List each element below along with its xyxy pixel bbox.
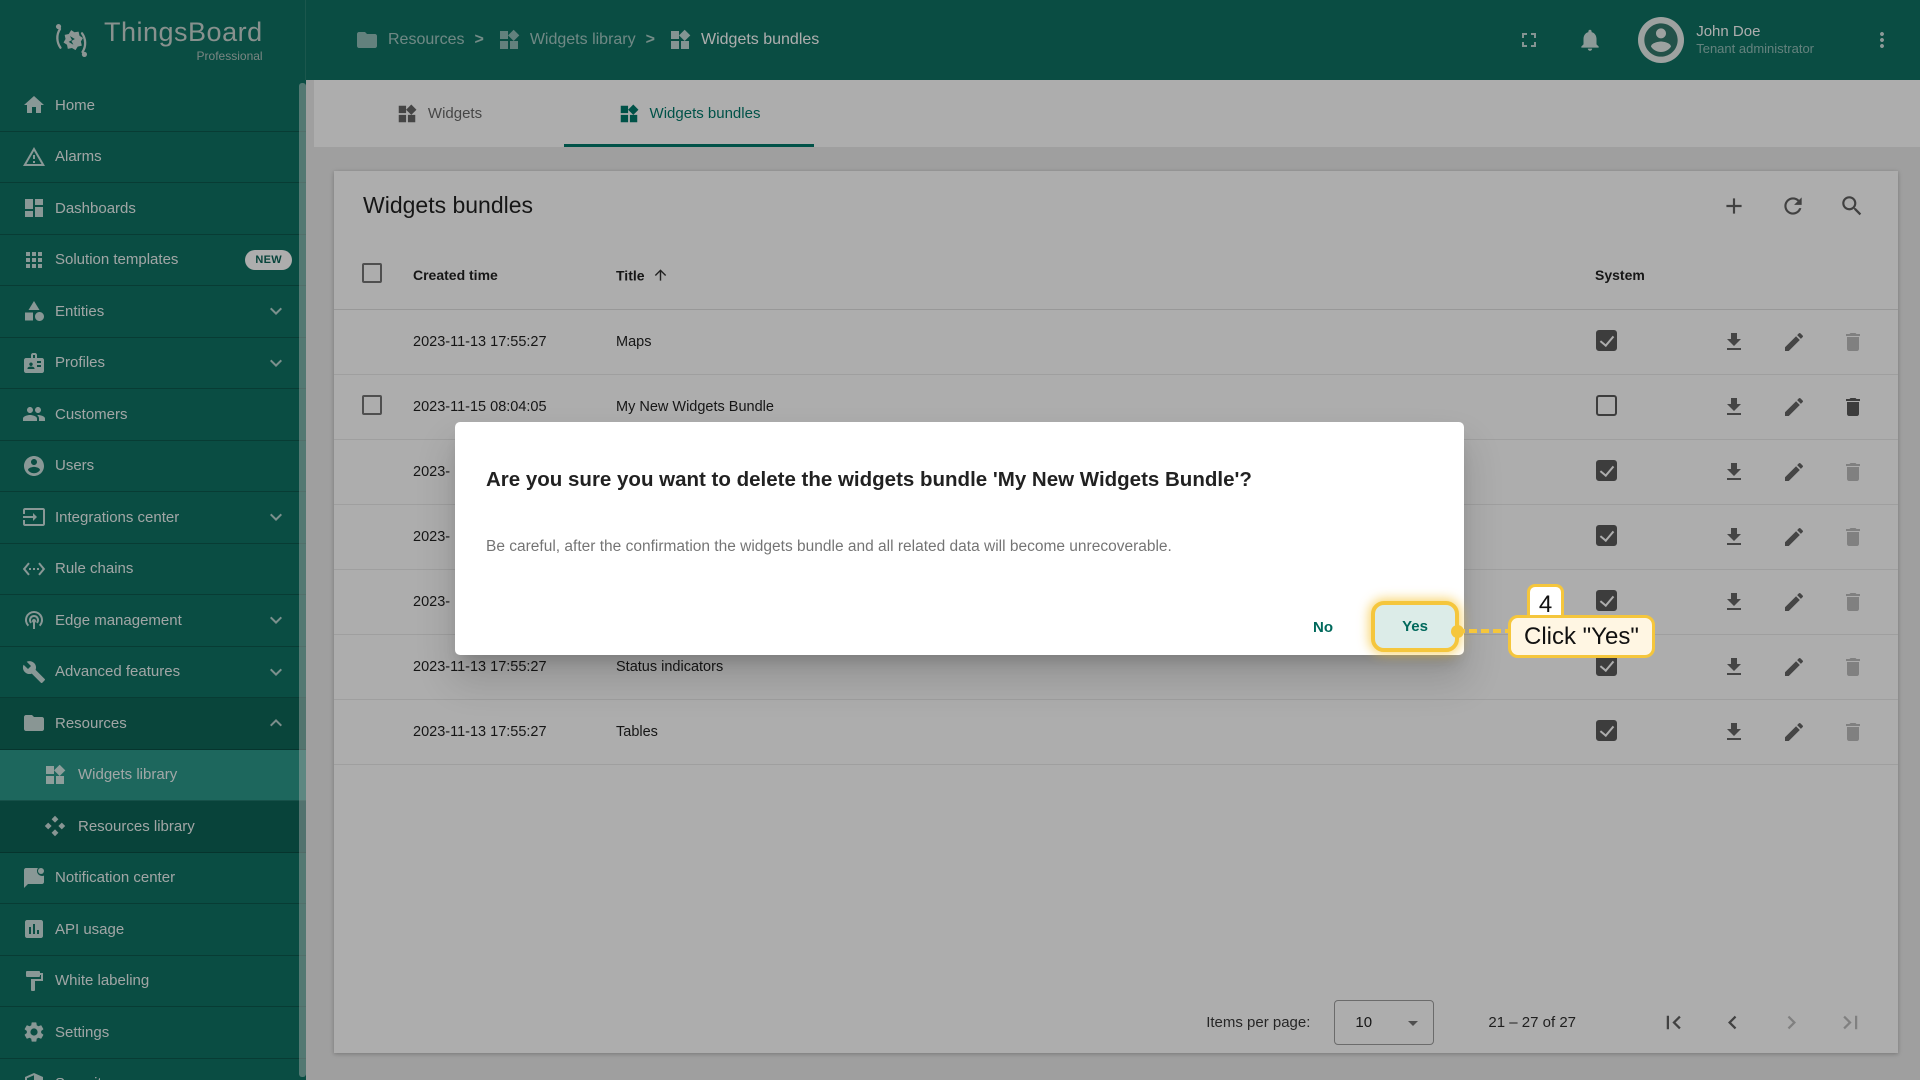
delete-confirmation-dialog: Are you sure you want to delete the widg… (455, 422, 1464, 655)
dialog-message: Be careful, after the confirmation the w… (486, 538, 1172, 556)
yes-button-label: Yes (1402, 618, 1428, 635)
dialog-title: Are you sure you want to delete the widg… (486, 468, 1252, 492)
yes-button[interactable]: Yes (1371, 601, 1459, 652)
annotation-connector-line (1457, 629, 1513, 633)
thingsboard-app: ThingsBoard Professional Resources > Wid… (0, 0, 1920, 1080)
no-button[interactable]: No (1291, 608, 1355, 646)
annotation-label: Click "Yes" (1508, 615, 1655, 658)
